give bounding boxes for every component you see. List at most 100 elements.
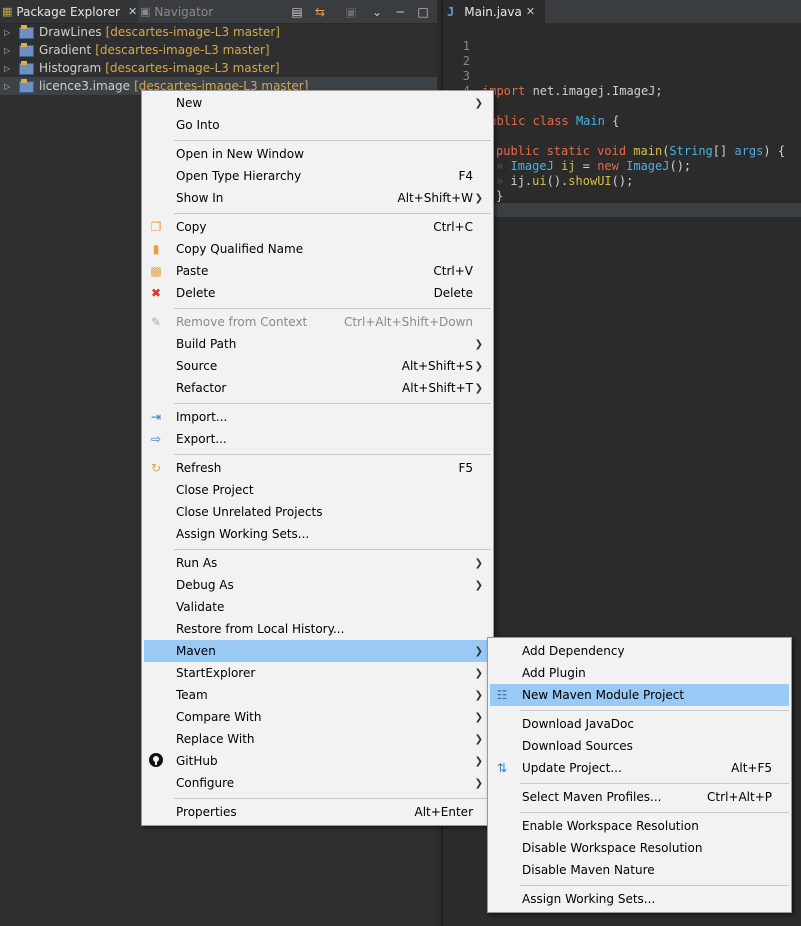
submenu-arrow-icon: ❯ [474, 667, 483, 679]
focus-icon[interactable]: ▣ [343, 4, 359, 20]
code-text: public static void main(String[] args) { [496, 144, 786, 158]
import-icon: ⇥ [150, 410, 162, 424]
project-folder-icon [18, 79, 34, 93]
maven-submenu: Add Dependency Add Plugin ☷ New Maven Mod… [487, 637, 792, 913]
project-name: licence3.image [39, 79, 131, 93]
tab-package-explorer[interactable]: ▦ Package Explorer ✕ [0, 0, 138, 23]
menu-item-compare-with[interactable]: Compare With ❯ [144, 706, 491, 728]
menu-item-copy[interactable]: ❐ Copy Ctrl+C [144, 216, 491, 238]
menu-item-add-dependency[interactable]: Add Dependency [490, 640, 789, 662]
menu-item-paste[interactable]: ▩ Paste Ctrl+V [144, 260, 491, 282]
project-folder-icon [18, 61, 34, 75]
menu-item-open-in-new-window[interactable]: Open in New Window [144, 143, 491, 165]
menu-item-delete[interactable]: ✖ Delete Delete [144, 282, 491, 304]
menu-separator [174, 454, 491, 455]
submenu-arrow-icon: ❯ [474, 360, 483, 372]
package-explorer-icon: ▦ [2, 5, 13, 18]
menu-item-maven[interactable]: Maven ❯ [144, 640, 491, 662]
menu-item-new-maven-module-project[interactable]: ☷ New Maven Module Project [490, 684, 789, 706]
menu-item-go-into[interactable]: Go Into [144, 114, 491, 136]
menu-item-run-as[interactable]: Run As ❯ [144, 552, 491, 574]
submenu-arrow-icon: ❯ [474, 579, 483, 591]
tree-item-project[interactable]: ▷ DrawLines [descartes-image-L3 master] [0, 23, 437, 41]
code-line[interactable]: 3 import net.imagej.ImageJ; [443, 54, 663, 98]
menu-item-startexplorer[interactable]: StartExplorer ❯ [144, 662, 491, 684]
maximize-icon[interactable]: □ [415, 4, 431, 20]
delete-icon: ✖ [150, 286, 162, 300]
remove-context-icon: ✎ [150, 315, 162, 329]
project-folder-icon [18, 25, 34, 39]
close-icon[interactable]: ✕ [526, 5, 535, 18]
menu-item-new[interactable]: New ❯ [144, 92, 491, 114]
minimize-icon[interactable]: ─ [392, 4, 408, 20]
copy-qualified-icon: ▮ [152, 242, 160, 256]
menu-item-export[interactable]: ⇨ Export... [144, 428, 491, 450]
menu-item-github[interactable]: GitHub ❯ [144, 750, 491, 772]
tab-label: Navigator [154, 4, 214, 19]
menu-item-show-in[interactable]: Show In Alt+Shift+W ❯ [144, 187, 491, 209]
export-icon: ⇨ [150, 432, 162, 446]
git-repo-label: [descartes-image-L3 master] [95, 43, 270, 57]
menu-item-replace-with[interactable]: Replace With ❯ [144, 728, 491, 750]
project-context-menu: New ❯ Go Into Open in New Window Open Typ… [141, 90, 494, 826]
submenu-arrow-icon: ❯ [474, 711, 483, 723]
menu-item-import[interactable]: ⇥ Import... [144, 406, 491, 428]
project-name: Histogram [39, 61, 102, 75]
code-text: public class Main { [482, 114, 620, 128]
menu-separator [520, 710, 789, 711]
menu-item-build-path[interactable]: Build Path ❯ [144, 333, 491, 355]
expand-arrow-icon[interactable]: ▷ [4, 28, 12, 37]
expand-arrow-icon[interactable]: ▷ [4, 46, 12, 55]
menu-item-validate[interactable]: Validate [144, 596, 491, 618]
menu-item-properties[interactable]: Properties Alt+Enter [144, 801, 491, 823]
tree-item-project[interactable]: ▷ Gradient [descartes-image-L3 master] [0, 41, 437, 59]
menu-item-download-sources[interactable]: Download Sources [490, 735, 789, 757]
paste-icon: ▩ [150, 264, 162, 278]
tab-main-java[interactable]: J Main.java ✕ [443, 0, 545, 23]
chevron-down-icon[interactable]: ⌄ [369, 4, 385, 20]
collapse-all-icon[interactable]: ▤ [289, 4, 305, 20]
menu-separator [174, 213, 491, 214]
menu-separator [174, 403, 491, 404]
menu-item-refresh[interactable]: ↻ Refresh F5 [144, 457, 491, 479]
git-repo-label: [descartes-image-L3 master] [105, 61, 280, 75]
menu-item-configure[interactable]: Configure ❯ [144, 772, 491, 794]
menu-item-team[interactable]: Team ❯ [144, 684, 491, 706]
menu-separator [174, 798, 491, 799]
menu-item-add-plugin[interactable]: Add Plugin [490, 662, 789, 684]
maven-module-icon: ☷ [496, 688, 508, 702]
close-icon[interactable]: ✕ [128, 5, 137, 18]
menu-item-select-maven-profiles[interactable]: Select Maven Profiles... Ctrl+Alt+P [490, 786, 789, 808]
menu-item-download-javadoc[interactable]: Download JavaDoc [490, 713, 789, 735]
code-line[interactable]: 4 [443, 69, 472, 98]
menu-item-copy-qualified-name[interactable]: ▮ Copy Qualified Name [144, 238, 491, 260]
menu-item-enable-workspace-resolution[interactable]: Enable Workspace Resolution [490, 815, 789, 837]
menu-item-restore-from-local-history[interactable]: Restore from Local History... [144, 618, 491, 640]
menu-item-close-project[interactable]: Close Project [144, 479, 491, 501]
tree-item-project[interactable]: ▷ Histogram [descartes-image-L3 master] [0, 59, 437, 77]
submenu-arrow-icon: ❯ [474, 755, 483, 767]
tab-navigator[interactable]: ▣ Navigator [140, 0, 220, 23]
menu-item-assign-working-sets[interactable]: Assign Working Sets... [144, 523, 491, 545]
code-line[interactable]: 2 [443, 39, 472, 68]
menu-item-debug-as[interactable]: Debug As ❯ [144, 574, 491, 596]
submenu-arrow-icon: ❯ [474, 733, 483, 745]
menu-item-source[interactable]: Source Alt+Shift+S ❯ [144, 355, 491, 377]
menu-item-assign-working-sets[interactable]: Assign Working Sets... [490, 888, 789, 910]
menu-separator [520, 885, 789, 886]
menu-item-remove-from-context[interactable]: ✎ Remove from Context Ctrl+Alt+Shift+Down [144, 311, 491, 333]
link-with-editor-icon[interactable]: ⇆ [312, 4, 328, 20]
menu-item-close-unrelated-projects[interactable]: Close Unrelated Projects [144, 501, 491, 523]
menu-item-open-type-hierarchy[interactable]: Open Type Hierarchy F4 [144, 165, 491, 187]
menu-item-update-project[interactable]: ⇅ Update Project... Alt+F5 [490, 757, 789, 779]
code-text: } [496, 189, 504, 203]
expand-arrow-icon[interactable]: ▷ [4, 82, 12, 91]
submenu-arrow-icon: ❯ [474, 777, 483, 789]
refresh-icon: ↻ [150, 461, 162, 475]
view-tab-bar: ▦ Package Explorer ✕ ▣ Navigator ▤ ⇆ ▣ ⌄… [0, 0, 437, 24]
menu-item-refactor[interactable]: Refactor Alt+Shift+T ❯ [144, 377, 491, 399]
menu-item-disable-maven-nature[interactable]: Disable Maven Nature [490, 859, 789, 881]
code-line[interactable]: 1 [443, 24, 472, 53]
expand-arrow-icon[interactable]: ▷ [4, 64, 12, 73]
menu-item-disable-workspace-resolution[interactable]: Disable Workspace Resolution [490, 837, 789, 859]
